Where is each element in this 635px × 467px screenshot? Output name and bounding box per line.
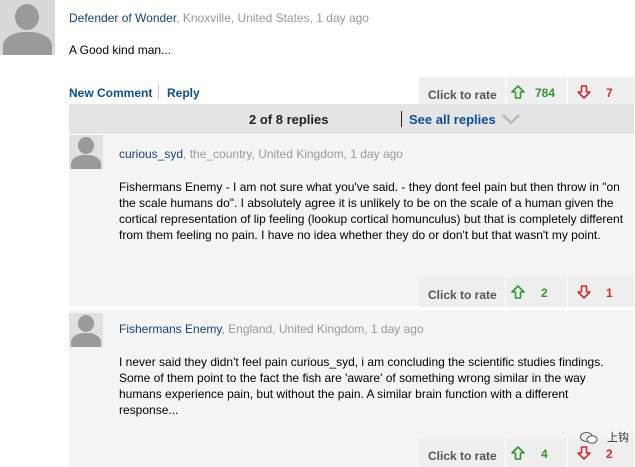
up-vote-count: 4 — [541, 447, 548, 461]
reply-author-link[interactable]: Fishermans Enemy — [119, 322, 221, 336]
click-to-rate-label: Click to rate — [428, 88, 497, 102]
avatar[interactable] — [69, 135, 103, 169]
thumb-down-arrow-icon[interactable] — [576, 84, 592, 100]
reply-body: I never said they didn't feel pain curio… — [119, 355, 604, 417]
reply-body: Fishermans Enemy - I am not sure what yo… — [119, 180, 624, 242]
reply-time: 1 day ago — [370, 322, 424, 336]
reply-item: curious_syd, the_country, United Kingdom… — [69, 134, 634, 307]
reply-location: England, United Kingdom — [228, 322, 365, 336]
replies-header: 2 of 8 replies See all replies — [69, 104, 634, 134]
watermark: 上钩 — [579, 429, 629, 445]
thumb-down-arrow-icon[interactable] — [576, 445, 592, 461]
wechat-logo-icon — [579, 432, 598, 444]
rating-box: Click to rate 784 7 — [419, 77, 634, 107]
comment-meta: Defender of Wonder, Knoxville, United St… — [69, 11, 369, 25]
reply-location: the_country, United Kingdom — [189, 147, 344, 161]
comment-author-link[interactable]: Defender of Wonder — [69, 11, 176, 25]
thumb-up-arrow-icon[interactable] — [510, 284, 526, 300]
rating-box: Click to rate 2 1 — [419, 277, 634, 307]
up-vote-count: 2 — [541, 286, 548, 300]
thumb-up-arrow-icon[interactable] — [510, 84, 526, 100]
click-to-rate-label: Click to rate — [428, 288, 497, 302]
watermark-text: 上钩 — [607, 432, 629, 444]
reply-button[interactable]: Reply — [167, 86, 200, 100]
click-to-rate-label: Click to rate — [428, 449, 497, 463]
new-comment-button[interactable]: New Comment — [69, 86, 152, 100]
chevron-down-icon[interactable] — [501, 113, 521, 125]
down-vote-count: 7 — [606, 86, 613, 100]
up-vote-count: 784 — [535, 86, 556, 100]
action-separator — [158, 84, 159, 100]
reply-author-link[interactable]: curious_syd — [119, 147, 183, 161]
comment-location: Knoxville, United States — [182, 11, 310, 25]
comment-time: 1 day ago — [316, 11, 369, 25]
replies-count: 2 of 8 replies — [249, 112, 329, 127]
reply-time: 1 day ago — [350, 147, 403, 161]
comment-body: A Good kind man... — [69, 43, 172, 57]
replies-separator — [401, 111, 402, 127]
avatar[interactable] — [0, 0, 55, 55]
reply-meta: Fishermans Enemy, England, United Kingdo… — [119, 322, 424, 336]
avatar[interactable] — [69, 313, 103, 347]
thumb-up-arrow-icon[interactable] — [510, 445, 526, 461]
reply-item: Fishermans Enemy, England, United Kingdo… — [69, 309, 634, 467]
see-all-replies-link[interactable]: See all replies — [409, 112, 496, 127]
down-vote-count: 2 — [606, 447, 613, 461]
down-vote-count: 1 — [606, 286, 613, 300]
reply-meta: curious_syd, the_country, United Kingdom… — [119, 147, 403, 161]
thumb-down-arrow-icon[interactable] — [576, 284, 592, 300]
